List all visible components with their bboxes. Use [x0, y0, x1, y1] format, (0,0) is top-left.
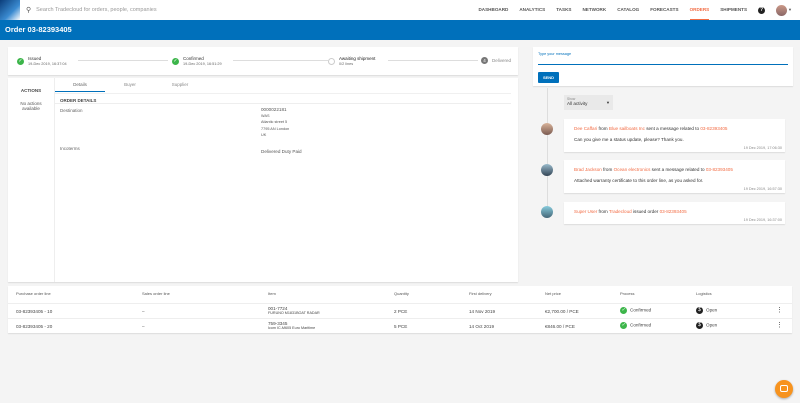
- chevron-down-icon: ▼: [788, 7, 792, 12]
- page-title: Order 03-82393405: [0, 20, 800, 40]
- incoterms-label: Incoterms: [60, 146, 80, 151]
- order-link[interactable]: 03-82393405: [660, 209, 687, 214]
- nav-tasks[interactable]: TASKS: [556, 0, 571, 20]
- dropdown-arrow-icon: ▼: [606, 100, 610, 105]
- main-nav: DASHBOARD ANALYTICS TASKS NETWORK CATALO…: [478, 0, 792, 20]
- chat-launcher-button[interactable]: [775, 380, 793, 398]
- circle-icon: [328, 58, 335, 65]
- user-avatar: [541, 206, 553, 218]
- activity-item: Brad Jackson from Ocean electronics sent…: [564, 160, 785, 193]
- column-header[interactable]: Net price: [545, 291, 561, 296]
- search-icon: ⚲: [26, 7, 32, 14]
- order-lines-table: Purchase order line Sales order line Ite…: [8, 286, 792, 333]
- nav-forecasts[interactable]: FORECASTS: [650, 0, 678, 20]
- check-icon: ✓: [172, 58, 179, 65]
- shipping-status-icon: $: [696, 322, 703, 329]
- check-icon: ✓: [620, 307, 627, 314]
- order-details-heading: ORDER DETAILS: [55, 93, 511, 104]
- order-status-stepper: ✓ Issued 19-Dec 2019, 16:37:04 ✓ Confirmed 1…: [8, 47, 518, 75]
- message-input[interactable]: Type your message: [538, 52, 788, 65]
- avatar: [776, 4, 788, 16]
- nav-network[interactable]: NETWORK: [582, 0, 606, 20]
- user-avatar: [541, 164, 553, 176]
- column-header[interactable]: Purchase order line: [16, 291, 51, 296]
- column-header[interactable]: Item: [268, 291, 276, 296]
- search-input[interactable]: Search Tradecloud for orders, people, co…: [36, 7, 156, 13]
- nav-analytics[interactable]: ANALYTICS: [519, 0, 545, 20]
- order-details-card: ACTIONS No actions available Details Buy…: [8, 78, 518, 282]
- check-icon: ✓: [17, 58, 24, 65]
- activity-filter-select[interactable]: Show All activity ▼: [564, 95, 613, 110]
- no-actions-text: No actions available: [20, 101, 42, 111]
- more-options-icon[interactable]: ⋮: [776, 306, 783, 314]
- actions-title: ACTIONS: [20, 88, 42, 93]
- table-row[interactable]: 03-82393405 - 10– 001-7724 FURUNO M1831BO…: [8, 303, 792, 318]
- step-delivered: 4 Delivered: [481, 57, 511, 64]
- message-composer: Type your message SEND: [533, 47, 793, 86]
- actions-panel: ACTIONS No actions available: [8, 78, 55, 282]
- step-awaiting-shipment: Awaiting shipment 0/2 lines: [328, 56, 375, 67]
- tradecloud-logo[interactable]: [0, 0, 20, 20]
- search-bar[interactable]: ⚲ Search Tradecloud for orders, people, …: [26, 6, 157, 14]
- column-header[interactable]: Quantity: [394, 291, 409, 296]
- activity-item: Dee Caffari from Blue sailboats Inc sent…: [564, 119, 785, 152]
- user-avatar: [541, 123, 553, 135]
- step-confirmed: ✓ Confirmed 19-Dec 2019, 16:51:29: [172, 56, 222, 66]
- nav-catalog[interactable]: CATALOG: [617, 0, 639, 20]
- tab-supplier[interactable]: Supplier: [155, 78, 205, 92]
- column-header[interactable]: Logistics: [696, 291, 712, 296]
- order-link[interactable]: 03-82393405: [706, 167, 733, 172]
- destination-label: Destination: [60, 108, 83, 113]
- activity-item: Super User from Tradecloud issued order …: [564, 202, 785, 224]
- shipping-status-icon: $: [696, 307, 703, 314]
- incoterms-value: Delivered Duty Paid: [261, 149, 302, 154]
- step-issued: ✓ Issued 19-Dec 2019, 16:37:04: [17, 56, 67, 66]
- nav-shipments[interactable]: SHIPMENTS: [720, 0, 747, 20]
- column-header[interactable]: First delivery: [469, 291, 492, 296]
- send-button[interactable]: SEND: [538, 72, 559, 83]
- more-options-icon[interactable]: ⋮: [776, 321, 783, 329]
- column-header[interactable]: Sales order line: [142, 291, 170, 296]
- help-icon[interactable]: ?: [758, 6, 766, 14]
- check-icon: ✓: [620, 322, 627, 329]
- user-menu[interactable]: ▼: [776, 4, 792, 16]
- top-header: ⚲ Search Tradecloud for orders, people, …: [0, 0, 800, 20]
- order-link[interactable]: 03-82393405: [700, 126, 727, 131]
- tab-details[interactable]: Details: [55, 78, 105, 92]
- column-header[interactable]: Process: [620, 291, 634, 296]
- chat-icon: [780, 385, 788, 392]
- nav-dashboard[interactable]: DASHBOARD: [478, 0, 508, 20]
- destination-value: 0000022181 WAS Atlantic street 5 7795 AN Lo…: [261, 107, 290, 137]
- tab-buyer[interactable]: Buyer: [105, 78, 155, 92]
- table-row[interactable]: 03-82393405 - 20– 759-3345 Icom IC-M605 E…: [8, 318, 792, 333]
- detail-tabs: Details Buyer Supplier: [55, 78, 205, 92]
- nav-orders[interactable]: ORDERS: [689, 0, 710, 20]
